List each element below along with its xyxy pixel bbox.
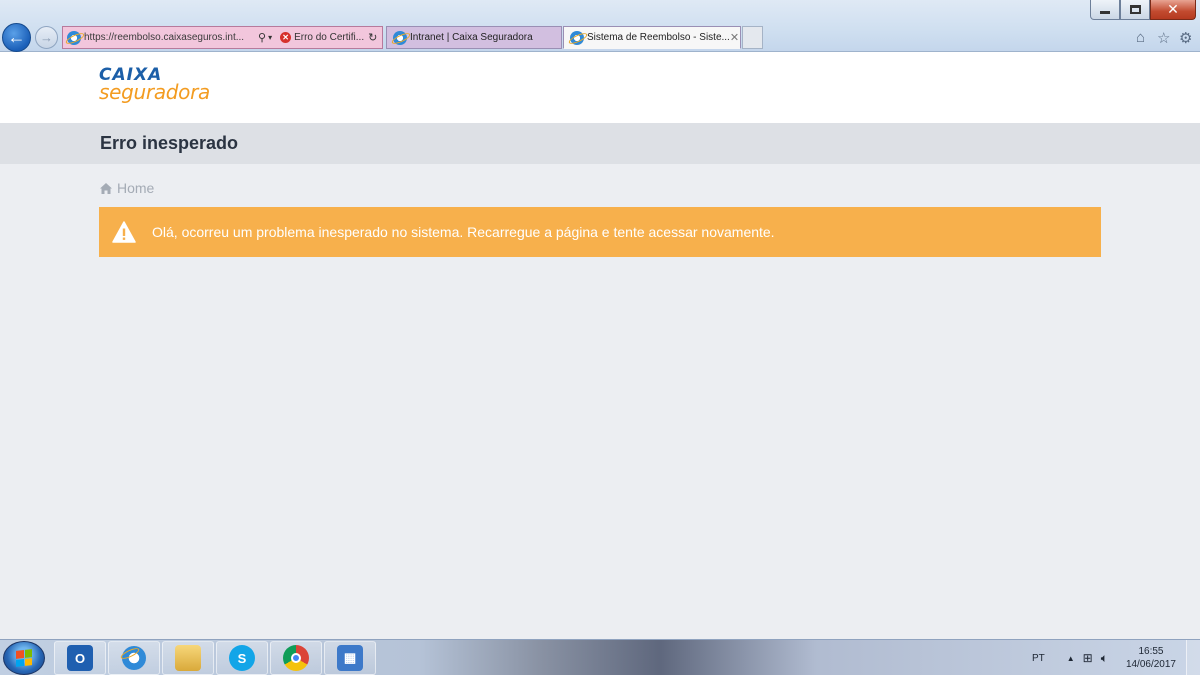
minimize-button[interactable]: [1090, 0, 1120, 20]
minimize-icon: [1100, 11, 1110, 14]
tab-intranet[interactable]: Intranet | Caixa Seguradora: [386, 26, 562, 49]
home-icon: [100, 182, 112, 194]
tools-gear-icon[interactable]: ⚙: [1179, 29, 1192, 47]
chrome-icon: [283, 645, 309, 671]
restore-button[interactable]: [1120, 0, 1150, 20]
chevron-down-icon[interactable]: ▾: [268, 33, 272, 42]
refresh-icon[interactable]: ↻: [368, 31, 377, 44]
new-tab-button[interactable]: [742, 26, 763, 49]
language-indicator[interactable]: PT: [1032, 653, 1045, 664]
site-header: CAIXA seguradora: [0, 52, 1200, 123]
address-url[interactable]: https://reembolso.caixaseguros.int...: [84, 32, 254, 43]
tab-sistema-reembolso[interactable]: Sistema de Reembolso - Siste... ✕: [563, 26, 741, 49]
logo-seguradora-text: seguradora: [99, 80, 210, 104]
close-window-button[interactable]: ✕: [1150, 0, 1196, 20]
page-title: Erro inesperado: [100, 133, 239, 153]
taskbar-file-explorer[interactable]: [162, 641, 214, 675]
back-arrow-icon: ←: [7, 27, 26, 47]
windows-taskbar: O S ▦ PT ▲ ⊞ 🔈︎ 16:55 14/06/2017: [0, 639, 1200, 675]
show-desktop-button[interactable]: [1186, 640, 1200, 675]
taskbar-outlook[interactable]: O: [54, 641, 106, 675]
taskbar-chrome[interactable]: [270, 641, 322, 675]
volume-icon[interactable]: 🔈︎: [1101, 651, 1108, 666]
warning-icon: [112, 221, 136, 243]
address-bar[interactable]: https://reembolso.caixaseguros.int... ⚲ …: [62, 26, 383, 49]
show-hidden-icons-icon[interactable]: ▲: [1067, 654, 1075, 663]
search-icon[interactable]: ⚲: [258, 31, 266, 44]
forward-arrow-icon: →: [40, 30, 53, 45]
start-button[interactable]: [3, 641, 45, 675]
caixa-seguradora-logo[interactable]: CAIXA seguradora: [99, 66, 210, 103]
certificate-error-label[interactable]: Erro do Certifi...: [294, 32, 364, 43]
back-button[interactable]: ←: [2, 23, 31, 52]
alert-message: Olá, ocorreu um problema inesperado no s…: [152, 224, 775, 240]
folder-icon: [175, 645, 201, 671]
tab-label: Sistema de Reembolso - Siste...: [587, 32, 730, 43]
certificate-error-icon[interactable]: ✕: [280, 32, 292, 43]
close-tab-icon[interactable]: ✕: [730, 31, 739, 44]
page-title-bar: Erro inesperado: [0, 123, 1200, 164]
clock-time: 16:55: [1138, 646, 1164, 657]
internet-explorer-icon: [122, 646, 146, 670]
remote-desktop-icon: ▦: [337, 645, 363, 671]
clock[interactable]: 16:55 14/06/2017: [1126, 645, 1176, 671]
ie-tab-icon: [393, 30, 407, 45]
home-icon[interactable]: ⌂: [1136, 29, 1145, 46]
restore-icon: [1129, 5, 1141, 14]
browser-chrome: ✕ ← → https://reembolso.caixaseguros.int…: [0, 0, 1200, 52]
skype-icon: S: [229, 645, 255, 671]
close-icon: ✕: [1167, 1, 1179, 18]
taskbar-internet-explorer[interactable]: [108, 641, 160, 675]
favorites-star-icon[interactable]: ☆: [1157, 29, 1170, 47]
ie-tab-icon: [570, 30, 584, 45]
main-content: Home Olá, ocorreu um problema inesperado…: [0, 164, 1200, 639]
outlook-icon: O: [67, 645, 93, 671]
breadcrumb-home-link[interactable]: Home: [117, 180, 154, 196]
clock-date: 14/06/2017: [1125, 659, 1176, 670]
taskbar-skype[interactable]: S: [216, 641, 268, 675]
system-tray: PT ▲ ⊞ 🔈︎ 16:55 14/06/2017: [1032, 640, 1176, 675]
window-controls: ✕: [1090, 0, 1196, 20]
taskbar-remote-desktop[interactable]: ▦: [324, 641, 376, 675]
windows-logo-icon: [16, 649, 32, 667]
network-icon[interactable]: ⊞: [1083, 651, 1093, 665]
forward-button[interactable]: →: [35, 26, 58, 49]
ie-page-icon: [67, 30, 81, 45]
tab-label: Intranet | Caixa Seguradora: [410, 32, 533, 43]
breadcrumb: Home: [100, 180, 154, 196]
error-alert: Olá, ocorreu um problema inesperado no s…: [99, 207, 1101, 257]
